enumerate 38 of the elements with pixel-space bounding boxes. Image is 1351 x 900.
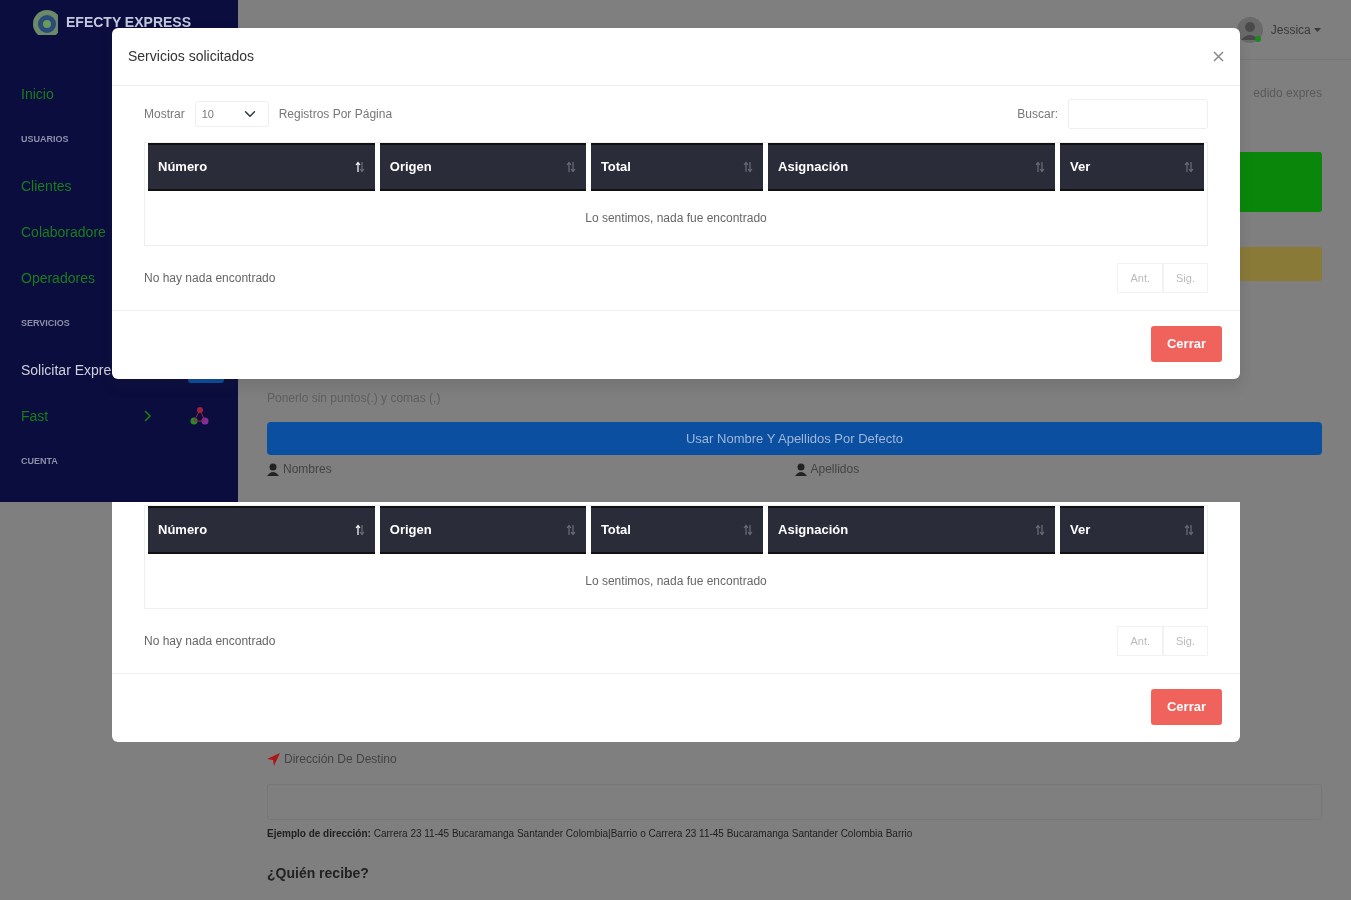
column-header[interactable]: Número [148,506,375,554]
user-menu[interactable]: Jessica [1270,20,1321,39]
table-info: No hay nada encontrado [144,633,276,650]
sidebar-heading: CUENTA [21,455,58,469]
empty-message: Lo sentimos, nada fue encontrado [584,210,768,227]
sidebar-heading: USUARIOS [21,133,69,147]
column-header[interactable]: Ver [1059,143,1204,191]
field-label: Nombres [283,461,332,478]
field-label: Registros Por Página [278,106,393,123]
column-header[interactable]: Origen [379,506,586,554]
field-label: Buscar: [1017,106,1058,123]
field-label: Mostrar [144,106,185,123]
sidebar-item[interactable]: Fast [21,405,49,427]
default-names-button[interactable]: Usar Nombre Y Apellidos Por Defecto [267,422,1322,455]
modal-title: Servicios solicitados [128,47,255,66]
table-info: No hay nada encontrado [144,270,276,287]
column-header[interactable]: Número [148,143,375,191]
column-header[interactable]: Total [590,143,764,191]
sidebar-item[interactable]: Solicitar Expre [21,359,112,381]
example-text: Ejemplo de dirección: Carrera 23 11-45 Bucaramanga Santander Colombia|Barrio o Carrera 23 11-45 Bucaramanga Santander Colombia Barrio [267,827,914,841]
page-size-select[interactable]: 10 [194,101,269,127]
section-heading: ¿Quién recibe? [267,864,370,883]
sidebar-item[interactable]: Operadores [21,267,95,289]
column-header[interactable]: Origen [379,143,586,191]
column-header[interactable]: Total [590,506,764,554]
field-label: Apellidos [810,461,860,478]
sidebar-item[interactable]: Colaboradore [21,221,106,243]
field-label: Dirección De Destino [284,751,397,768]
sidebar-heading: SERVICIOS [21,317,70,331]
close-footer-button[interactable]: Cerrar [1150,326,1222,362]
column-header[interactable]: Ver [1059,506,1204,554]
sidebar-item[interactable]: Inicio [21,83,54,105]
column-header[interactable]: Asignación [768,506,1055,554]
brand-name: EFECTY EXPRESS [66,14,191,30]
sidebar-item[interactable]: Clientes [21,175,72,197]
column-header[interactable]: Asignación [768,143,1055,191]
close-footer-button[interactable]: Cerrar [1150,689,1222,725]
empty-message: Lo sentimos, nada fue encontrado [584,573,768,590]
